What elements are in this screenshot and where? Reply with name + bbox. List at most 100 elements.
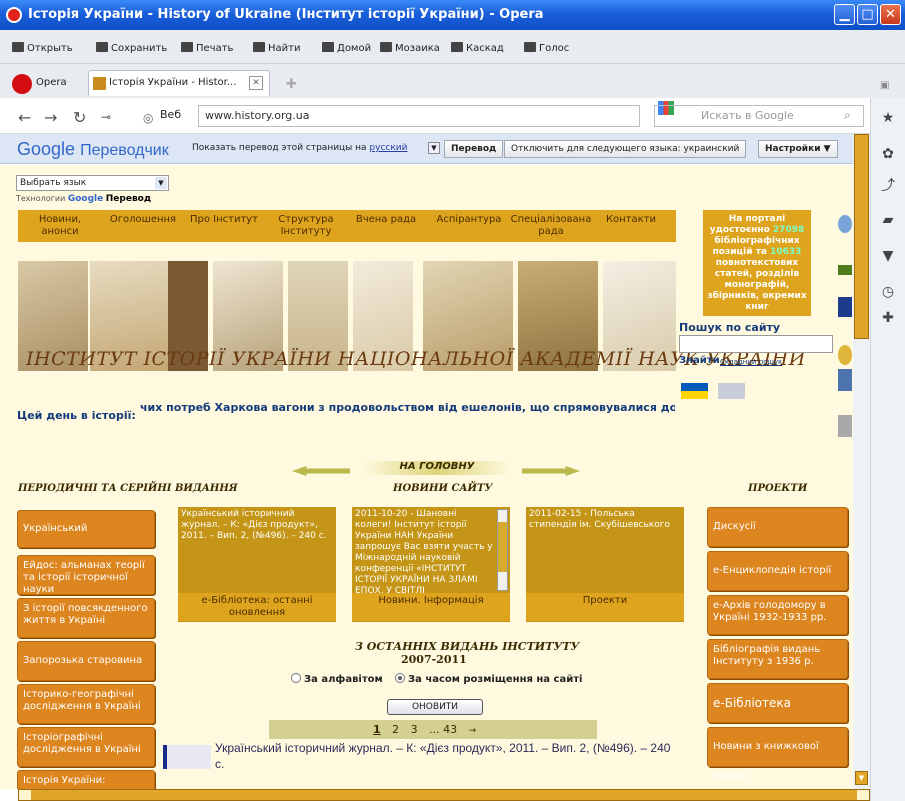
radio-unchecked-icon (291, 673, 301, 683)
language-link[interactable]: русский (369, 143, 407, 153)
tab-menu-icon[interactable]: ▣ (880, 80, 889, 91)
left-menu-ukrainian-historical-journal[interactable]: Український історичний журнал (17, 510, 155, 562)
page-1-link[interactable]: 1 (373, 723, 381, 736)
english-flag-icon[interactable] (718, 383, 745, 399)
left-menu-historiography[interactable]: Історіографічні дослідження в Україні (17, 727, 155, 767)
opera-logo-icon (12, 74, 32, 94)
forward-icon[interactable]: → (44, 108, 57, 127)
sort-alphabetical-radio[interactable]: За алфавітом (291, 673, 383, 685)
tab-history-of-ukraine[interactable]: Історія України - Histor... ✕ (88, 70, 270, 96)
menu-tile[interactable]: Мозаика (380, 42, 440, 54)
page-last-link[interactable]: ... 43 (429, 723, 457, 736)
nav-specialized-council[interactable]: Спеціалізована рада (508, 214, 594, 238)
publication-item[interactable]: Український історичний журнал. – К: «Діє… (215, 740, 675, 772)
scroll-down-icon[interactable]: ▼ (855, 771, 868, 785)
left-menu-zaporozhian-antiquity[interactable]: Запорозька старовина (17, 641, 155, 681)
project-holodomor-archive[interactable]: е-Архів голодомору в Україні 1932-1933 р… (707, 595, 848, 635)
project-bookshelf-news[interactable]: Новини з книжкової полиці (707, 727, 848, 782)
arrow-left-icon[interactable] (292, 466, 350, 476)
history-ticker[interactable]: чих потреб Харкова вагони з продовольств… (140, 401, 675, 414)
minimize-button[interactable]: ▁ (834, 4, 855, 25)
bookmarks-star-icon[interactable]: ★ (880, 110, 896, 126)
page-2-link[interactable]: 2 (392, 723, 399, 736)
language-dropdown-icon[interactable]: ▼ (428, 142, 440, 154)
nav-structure[interactable]: Структура Інституту (272, 214, 340, 238)
share-icon[interactable]: ⤴ (880, 178, 896, 194)
opera-menu-button[interactable]: Opera (6, 72, 84, 96)
close-tab-icon[interactable]: ✕ (249, 76, 263, 90)
arrow-right-icon[interactable] (522, 466, 580, 476)
advanced-search-link[interactable]: Складний пошук (720, 358, 782, 366)
key-icon[interactable]: ⊸ (101, 110, 111, 124)
tile-icon (380, 42, 392, 52)
menu-save[interactable]: Сохранить (96, 42, 167, 54)
new-tab-icon[interactable]: ✚ (286, 77, 297, 92)
news-footer-projects[interactable]: Проекти (526, 593, 684, 621)
home-link[interactable]: НА ГОЛОВНУ (362, 461, 512, 475)
nav-about[interactable]: Про Інститут (186, 214, 262, 226)
settings-gear-icon[interactable]: ✿ (880, 146, 896, 162)
menu-find[interactable]: Найти (253, 42, 300, 54)
nav-postgraduate[interactable]: Аспірантура (432, 214, 506, 226)
close-window-button[interactable]: ✕ (880, 4, 901, 25)
page-horizontal-scrollbar[interactable] (18, 789, 870, 801)
ukrainian-flag-icon[interactable] (681, 383, 708, 399)
left-menu-everyday-life[interactable]: З історії повсякденного життя в Україні (17, 598, 155, 638)
menu-open[interactable]: Открыть (12, 42, 73, 54)
next-page-icon[interactable]: → (469, 726, 477, 736)
side-logo-icon[interactable] (838, 215, 852, 233)
nav-contacts[interactable]: Контакти (603, 214, 659, 226)
search-icon[interactable]: ⌕ (844, 108, 851, 123)
scroll-left-icon[interactable] (19, 790, 31, 800)
news-footer-library[interactable]: е-Бібліотека: останні оновлення (178, 593, 336, 621)
scroll-right-icon[interactable] (857, 790, 869, 800)
scrollbar-thumb[interactable] (854, 134, 869, 339)
news-scrollbar[interactable] (497, 509, 508, 591)
reload-icon[interactable]: ↻ (73, 108, 86, 127)
history-clock-icon[interactable]: ◷ (880, 284, 896, 300)
side-logo-icon[interactable] (838, 265, 852, 275)
news-heading: НОВИНИ САЙТУ (393, 483, 493, 494)
site-search-heading: Пошук по сайту (679, 321, 781, 334)
address-field[interactable]: www.history.org.ua (198, 105, 640, 127)
sort-by-date-radio[interactable]: За часом розміщення на сайті (395, 673, 582, 685)
maximize-button[interactable]: □ (857, 4, 878, 25)
today-in-history-label: Цей день в історії: (17, 409, 136, 422)
refresh-button[interactable]: ОНОВИТИ (387, 699, 483, 715)
side-logo-icon[interactable] (838, 369, 852, 391)
web-button[interactable]: ◎ Веб (140, 105, 196, 127)
add-panel-icon[interactable]: ✚ (880, 310, 896, 326)
side-logo-icon[interactable] (838, 297, 852, 317)
journal-cover-thumbnail[interactable] (163, 745, 211, 769)
side-logo-icon[interactable] (838, 345, 852, 365)
downloads-icon[interactable]: ▼ (880, 248, 896, 264)
page-vertical-scrollbar[interactable]: ▲ ▼ (853, 134, 870, 789)
project-encyclopedia[interactable]: е-Енциклопедія історії України (707, 551, 848, 606)
nav-academic-council[interactable]: Вчена рада (352, 214, 420, 226)
site-search-input[interactable] (679, 335, 833, 353)
menu-home[interactable]: Домой (322, 42, 371, 54)
translate-button[interactable]: Перевод (444, 140, 504, 158)
site-search-button[interactable]: Знайти (679, 355, 720, 366)
project-discussions[interactable]: Дискусії (707, 507, 848, 547)
notes-icon[interactable]: ▰ (880, 212, 896, 228)
left-menu-historical-geography[interactable]: Історико-географічні дослідження в Украї… (17, 684, 155, 724)
menu-cascade[interactable]: Каскад (451, 42, 504, 54)
menu-print[interactable]: Печать (181, 42, 233, 54)
left-menu-history-of-ukraine[interactable]: Історія України: (17, 770, 155, 789)
project-bibliography[interactable]: Бібліографія видань Інституту з 1936 р. (707, 639, 848, 679)
disable-translation-button[interactable]: Отключить для следующего языка: украинск… (504, 140, 747, 158)
page-3-link[interactable]: 3 (411, 723, 418, 736)
side-logo-icon[interactable] (838, 415, 852, 437)
nav-news[interactable]: Новини, анонси (24, 214, 96, 238)
menu-voice[interactable]: Голос (524, 42, 569, 54)
nav-announcements[interactable]: Оголошення (108, 214, 178, 226)
left-menu-eidos[interactable]: Ейдос: альманах теорії та історії істори… (17, 555, 155, 595)
back-icon[interactable]: ← (18, 108, 31, 127)
project-e-library[interactable]: е-Бібліотека (707, 683, 848, 723)
translate-settings-button[interactable]: Настройки ▼ (758, 140, 838, 158)
search-input[interactable]: Искать в Google (654, 105, 864, 127)
window-titlebar[interactable]: Історія України - History of Ukraine (Ін… (0, 0, 905, 30)
language-select[interactable]: Выбрать язык ▼ (16, 175, 169, 191)
news-footer-information[interactable]: Новини. Інформація (352, 593, 510, 621)
